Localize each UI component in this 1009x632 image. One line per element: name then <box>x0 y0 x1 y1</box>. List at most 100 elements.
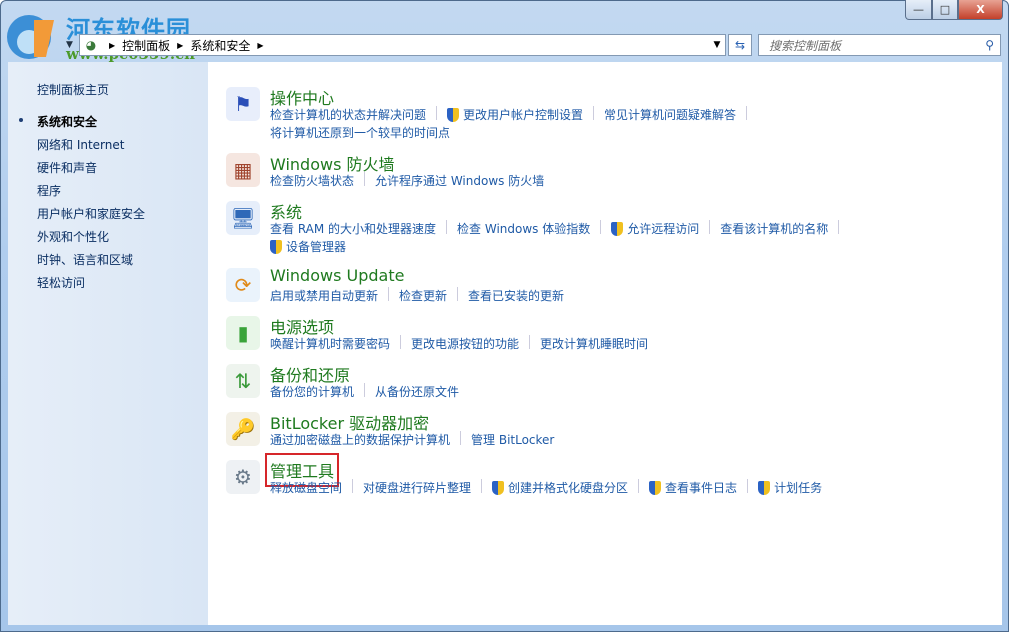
search-placeholder: 搜索控制面板 <box>769 37 841 54</box>
search-icon[interactable]: ⚲ <box>985 38 994 52</box>
task-link-label: 查看已安装的更新 <box>468 287 564 304</box>
task-link-label: 设备管理器 <box>286 238 346 255</box>
task-link[interactable]: 查看 RAM 的大小和处理器速度 <box>270 220 436 237</box>
sidebar-item-network[interactable]: 网络和 Internet <box>37 136 124 153</box>
task-link-label: 从备份还原文件 <box>375 383 459 400</box>
maximize-button[interactable]: □ <box>932 0 958 20</box>
link-divider <box>600 220 601 234</box>
task-link[interactable]: 备份您的计算机 <box>270 383 354 400</box>
breadcrumb-system-security[interactable]: 系统和安全 <box>190 37 250 54</box>
recent-pages-dropdown[interactable]: ▼ <box>66 40 73 50</box>
task-link-row: 查看 RAM 的大小和处理器速度 检查 Windows 体验指数 允许远程访问 查看该… <box>270 220 849 237</box>
task-link-label: 检查更新 <box>399 287 447 304</box>
sidebar-item-appearance[interactable]: 外观和个性化 <box>37 228 109 245</box>
uac-shield-icon <box>447 108 459 122</box>
task-link-label: 启用或禁用自动更新 <box>270 287 378 304</box>
windows-update-icon[interactable]: ⟳ <box>226 268 260 302</box>
address-bar[interactable]: ◕ ▶ 控制面板 ▶ 系统和安全 ▶ ▼ <box>79 34 726 56</box>
power-options-icon[interactable]: ▮ <box>226 316 260 350</box>
task-link[interactable]: 通过加密磁盘上的数据保护计算机 <box>270 431 450 448</box>
search-input[interactable]: 搜索控制面板 ⚲ <box>758 34 1001 56</box>
task-link[interactable]: 对硬盘进行碎片整理 <box>363 479 471 496</box>
task-link-label: 管理 BitLocker <box>471 431 554 448</box>
task-link[interactable]: 设备管理器 <box>270 238 346 255</box>
uac-shield-icon <box>611 222 623 236</box>
link-divider <box>364 383 365 397</box>
task-link[interactable]: 检查计算机的状态并解决问题 <box>270 106 426 123</box>
task-link[interactable]: 更改电源按钮的功能 <box>411 335 519 352</box>
breadcrumb-arrow-icon[interactable]: ▶ <box>257 41 263 50</box>
task-link[interactable]: 创建并格式化硬盘分区 <box>492 479 628 496</box>
link-divider <box>747 479 748 493</box>
task-link-label: 允许远程访问 <box>627 220 699 237</box>
task-link-label: 查看该计算机的名称 <box>720 220 828 237</box>
link-divider <box>638 479 639 493</box>
task-link-row: 唤醒计算机时需要密码 更改电源按钮的功能 更改计算机睡眠时间 <box>270 335 648 352</box>
task-link-label: 常见计算机问题疑难解答 <box>604 106 736 123</box>
task-link-row: 备份您的计算机 从备份还原文件 <box>270 383 459 400</box>
link-divider <box>364 172 365 186</box>
breadcrumb-arrow-icon[interactable]: ▶ <box>109 41 115 50</box>
task-link-label: 通过加密磁盘上的数据保护计算机 <box>270 431 450 448</box>
backup-restore-icon[interactable]: ⇅ <box>226 364 260 398</box>
window-controls: — □ X <box>905 0 1003 20</box>
link-divider <box>746 106 747 120</box>
breadcrumb-control-panel[interactable]: 控制面板 <box>122 37 170 54</box>
task-link-label: 将计算机还原到一个较早的时间点 <box>270 124 450 141</box>
task-link-label: 更改计算机睡眠时间 <box>540 335 648 352</box>
task-link-label: 创建并格式化硬盘分区 <box>508 479 628 496</box>
breadcrumb-arrow-icon[interactable]: ▶ <box>177 41 183 50</box>
task-link[interactable]: 查看事件日志 <box>649 479 737 496</box>
task-link[interactable]: 常见计算机问题疑难解答 <box>604 106 736 123</box>
refresh-button[interactable]: ⇆ <box>728 34 752 56</box>
task-link[interactable]: 计划任务 <box>758 479 822 496</box>
task-link-row: 释放磁盘空间 对硬盘进行碎片整理 创建并格式化硬盘分区 查看事件日志 计划任务 <box>270 479 822 496</box>
address-dropdown-icon[interactable]: ▼ <box>709 40 725 50</box>
task-link[interactable]: 更改计算机睡眠时间 <box>540 335 648 352</box>
sidebar-item-system-security[interactable]: 系统和安全 <box>37 113 97 130</box>
sidebar-item-hardware[interactable]: 硬件和声音 <box>37 159 97 176</box>
link-divider <box>460 431 461 445</box>
task-link-row: 检查防火墙状态 允许程序通过 Windows 防火墙 <box>270 172 544 189</box>
uac-shield-icon <box>758 481 770 495</box>
admin-tools-icon[interactable]: ⚙ <box>226 460 260 494</box>
category-title[interactable]: Windows Update <box>270 266 404 285</box>
task-link[interactable]: 释放磁盘空间 <box>270 479 342 496</box>
task-link-row: 检查计算机的状态并解决问题 更改用户帐户控制设置 常见计算机问题疑难解答 <box>270 106 757 123</box>
close-button[interactable]: X <box>958 0 1003 20</box>
system-computer-icon[interactable]: 🖥 <box>226 201 260 235</box>
task-link[interactable]: 启用或禁用自动更新 <box>270 287 378 304</box>
link-divider <box>400 335 401 349</box>
task-link-label: 检查防火墙状态 <box>270 172 354 189</box>
task-link[interactable]: 查看已安装的更新 <box>468 287 564 304</box>
link-divider <box>481 479 482 493</box>
uac-shield-icon <box>649 481 661 495</box>
task-link[interactable]: 检查防火墙状态 <box>270 172 354 189</box>
sidebar-item-clock-region[interactable]: 时钟、语言和区域 <box>37 251 133 268</box>
task-link-label: 更改用户帐户控制设置 <box>463 106 583 123</box>
sidebar-item-user-accounts[interactable]: 用户帐户和家庭安全 <box>37 205 145 222</box>
task-link[interactable]: 唤醒计算机时需要密码 <box>270 335 390 352</box>
sidebar-item-ease-of-access[interactable]: 轻松访问 <box>37 274 85 291</box>
task-link[interactable]: 检查更新 <box>399 287 447 304</box>
firewall-icon[interactable]: ▦ <box>226 153 260 187</box>
task-link-row: 将计算机还原到一个较早的时间点 <box>270 124 450 141</box>
sidebar-home[interactable]: 控制面板主页 <box>37 81 109 98</box>
task-link[interactable]: 允许程序通过 Windows 防火墙 <box>375 172 544 189</box>
task-link[interactable]: 从备份还原文件 <box>375 383 459 400</box>
task-link-label: 允许程序通过 Windows 防火墙 <box>375 172 544 189</box>
task-link[interactable]: 允许远程访问 <box>611 220 699 237</box>
task-link-row: 通过加密磁盘上的数据保护计算机 管理 BitLocker <box>270 431 554 448</box>
task-link[interactable]: 管理 BitLocker <box>471 431 554 448</box>
task-link-label: 唤醒计算机时需要密码 <box>270 335 390 352</box>
minimize-button[interactable]: — <box>905 0 932 20</box>
link-divider <box>593 106 594 120</box>
task-link[interactable]: 检查 Windows 体验指数 <box>457 220 590 237</box>
task-link[interactable]: 更改用户帐户控制设置 <box>447 106 583 123</box>
sidebar-item-programs[interactable]: 程序 <box>37 182 61 199</box>
task-link[interactable]: 将计算机还原到一个较早的时间点 <box>270 124 450 141</box>
uac-shield-icon <box>492 481 504 495</box>
task-link[interactable]: 查看该计算机的名称 <box>720 220 828 237</box>
action-center-flag-icon[interactable]: ⚑ <box>226 87 260 121</box>
bitlocker-icon[interactable]: 🔑 <box>226 412 260 446</box>
